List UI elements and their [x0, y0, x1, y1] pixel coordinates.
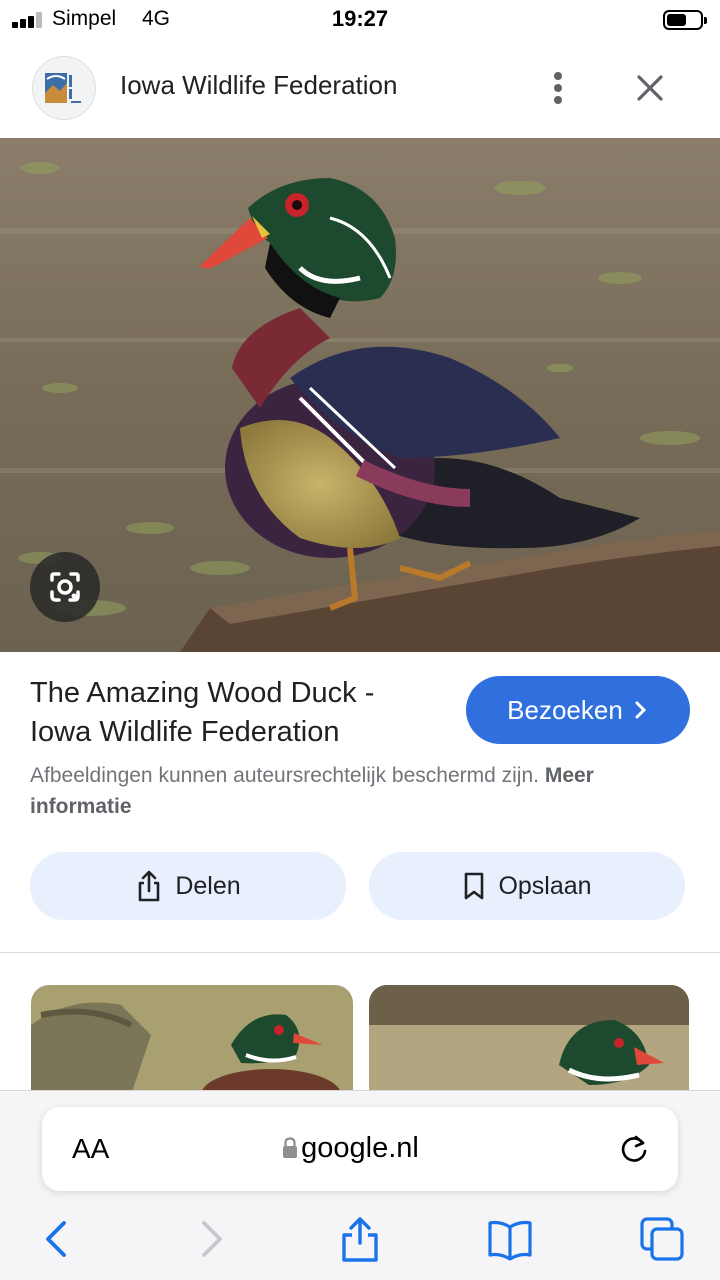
back-icon[interactable]: [32, 1215, 80, 1263]
status-bar: Simpel 4G 19:27: [0, 0, 720, 40]
chevron-right-icon: [635, 701, 646, 719]
divider: [0, 952, 720, 953]
status-time: 19:27: [331, 6, 389, 31]
wood-duck-image[interactable]: [0, 138, 720, 652]
related-image-thumbnail[interactable]: [31, 985, 353, 1095]
share-icon[interactable]: [336, 1215, 384, 1263]
bookmarks-icon[interactable]: [486, 1215, 534, 1263]
bookmark-icon: [465, 872, 484, 900]
visit-button[interactable]: Bezoeken: [466, 676, 690, 744]
image-viewer-header: Iowa Wildlife Federation: [0, 40, 720, 138]
share-icon: [139, 870, 160, 902]
more-vert-icon[interactable]: [540, 68, 576, 108]
browser-toolbar: AA google.nl: [0, 1090, 720, 1280]
share-button[interactable]: Delen: [30, 852, 346, 920]
site-title[interactable]: Iowa Wildlife Federation: [120, 70, 397, 101]
save-label: Opslaan: [498, 871, 592, 900]
related-image-thumbnail[interactable]: [369, 985, 689, 1095]
close-icon[interactable]: [630, 68, 670, 108]
site-logo[interactable]: [32, 56, 96, 120]
google-lens-icon[interactable]: [30, 552, 100, 622]
image-result-title[interactable]: The Amazing Wood Duck - Iowa Wildlife Fe…: [30, 674, 440, 752]
url-domain[interactable]: google.nl: [42, 1132, 678, 1165]
share-label: Delen: [175, 871, 241, 900]
visit-button-label: Bezoeken: [507, 694, 623, 725]
tabs-icon[interactable]: [638, 1215, 686, 1263]
address-bar[interactable]: AA google.nl: [42, 1107, 678, 1191]
copyright-notice: Afbeeldingen kunnen auteursrechtelijk be…: [30, 764, 594, 818]
forward-icon[interactable]: [188, 1215, 236, 1263]
reload-icon[interactable]: [616, 1131, 652, 1167]
save-button[interactable]: Opslaan: [369, 852, 685, 920]
battery-icon: [663, 10, 707, 30]
